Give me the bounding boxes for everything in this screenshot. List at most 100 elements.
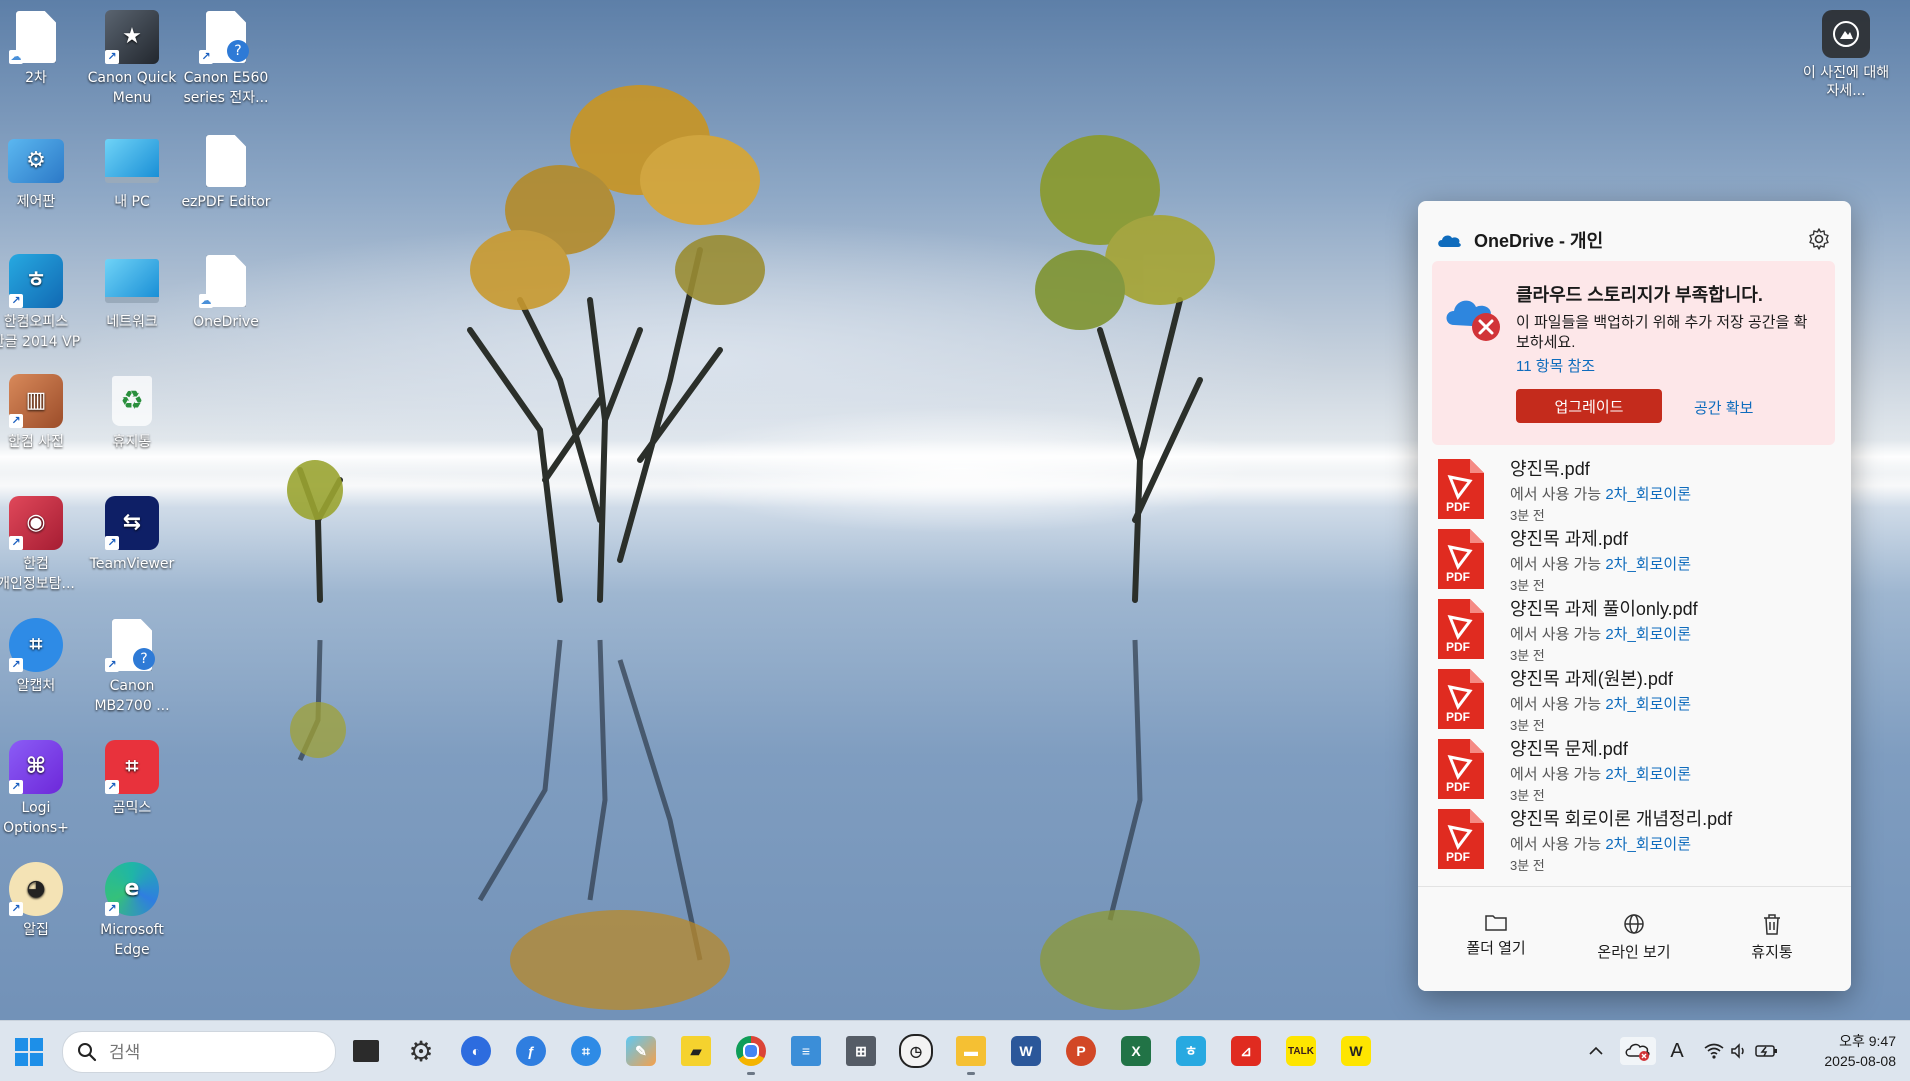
file-folder-link[interactable]: 2차_회로이론 — [1605, 486, 1691, 503]
desktop-icon-logi-options[interactable]: ⌘ ↗ Logi Options+ — [0, 738, 82, 838]
cloud-error-icon — [1446, 300, 1500, 341]
hancom-hangul-icon: ㅎ ↗ — [7, 252, 65, 310]
help-document-icon: ? ↗ — [197, 8, 255, 66]
recycle-bin-button[interactable]: 휴지통 — [1712, 913, 1832, 962]
pdf-file-icon: PDF — [1438, 809, 1484, 869]
kakaotalk-icon[interactable]: TALK — [1283, 1033, 1319, 1069]
show-hidden-icons-icon[interactable] — [1584, 1037, 1608, 1065]
search-input[interactable] — [107, 1041, 321, 1065]
desktop-icon-canon-mb2700[interactable]: ? ↗ Canon MB2700 ... — [86, 616, 178, 716]
battery-charging-icon[interactable] — [1754, 1037, 1780, 1065]
learn-about-picture[interactable]: 이 사진에 대해 자세... — [1796, 10, 1896, 100]
file-folder-link[interactable]: 2차_회로이론 — [1605, 626, 1691, 643]
alsee-icon[interactable]: ◐ — [458, 1033, 494, 1069]
view-online-label: 온라인 보기 — [1597, 944, 1671, 961]
onedrive-tray-icon[interactable] — [1620, 1037, 1656, 1065]
file-availability: 에서 사용 가능 — [1510, 556, 1602, 573]
svg-text:PDF: PDF — [1446, 780, 1470, 794]
see-items-link[interactable]: 11 항목 참조 — [1516, 355, 1595, 376]
onedrive-header: OneDrive - 개인 — [1436, 227, 1603, 253]
desktop-icon-control-panel[interactable]: ⚙ 제어판 — [0, 132, 82, 212]
file-explorer-icon[interactable]: ▬ — [953, 1033, 989, 1075]
calculator-icon[interactable]: ⊞ — [843, 1033, 879, 1069]
alert-title: 클라우드 스토리지가 부족합니다. — [1516, 285, 1763, 305]
desktop-icon-gommix[interactable]: ⌗ ↗ 곰믹스 — [86, 738, 178, 818]
taskbar-clock[interactable]: 오후 9:47 2025-08-08 — [1824, 1031, 1896, 1071]
desktop-icon-my-pc[interactable]: 내 PC — [86, 132, 178, 212]
file-availability: 에서 사용 가능 — [1510, 766, 1602, 783]
desktop-icon-alcapture[interactable]: ⌗ ↗ 알캡처 — [0, 616, 82, 696]
document-icon: ☁ — [197, 252, 255, 310]
desktop-icon-canon-quick-menu[interactable]: ★ ↗ Canon Quick Menu — [86, 8, 178, 108]
kakao-other-icon[interactable]: W — [1338, 1033, 1374, 1069]
chrome-icon[interactable] — [733, 1033, 769, 1075]
ime-indicator[interactable]: A — [1664, 1037, 1690, 1065]
desktop-icon-recycle-bin[interactable]: ♻ 휴지통 — [86, 372, 178, 452]
alcapture-icon: ⌗ ↗ — [7, 616, 65, 674]
onedrive-flyout: OneDrive - 개인 클라우드 스토리지가 부족합니다. 이 파일들을 백… — [1418, 201, 1851, 991]
finder-icon[interactable]: ƒ — [513, 1033, 549, 1069]
sticky-notes-icon[interactable]: ▰ — [678, 1033, 714, 1069]
onedrive-cloud-icon — [1438, 235, 1461, 247]
svg-text:PDF: PDF — [1446, 640, 1470, 654]
clock-time: 오후 9:47 — [1839, 1033, 1896, 1049]
pdf-file-icon: PDF — [1438, 529, 1484, 589]
notepad-icon[interactable]: ≡ — [788, 1033, 824, 1069]
settings-icon[interactable]: ⚙ — [403, 1033, 439, 1069]
file-folder-link[interactable]: 2차_회로이론 — [1605, 556, 1691, 573]
file-name: 양진목 문제.pdf — [1510, 739, 1628, 759]
file-name: 양진목 과제 풀이only.pdf — [1510, 599, 1698, 619]
powerpoint-icon[interactable]: P — [1063, 1033, 1099, 1069]
paint-icon[interactable]: ✎ — [623, 1033, 659, 1069]
help-document-icon: ? ↗ — [103, 616, 161, 674]
desktop-icon-onedrive[interactable]: ☁ OneDrive — [180, 252, 272, 332]
free-up-space-button[interactable]: 공간 확보 — [1694, 397, 1753, 418]
upgrade-button[interactable]: 업그레이드 — [1516, 389, 1662, 423]
desktop-icon-hancom-privacy[interactable]: ◉ ↗ 한컴 개인정보탐... — [0, 494, 82, 594]
taskbar-search[interactable] — [62, 1031, 336, 1073]
logi-options-icon: ⌘ ↗ — [7, 738, 65, 796]
excel-icon[interactable]: X — [1118, 1033, 1154, 1069]
desktop-icon-hancom-dictionary[interactable]: ▥ ↗ 한컴 사전 — [0, 372, 82, 452]
file-name: 양진목 과제.pdf — [1510, 529, 1628, 549]
network-icon — [103, 252, 161, 310]
file-availability: 에서 사용 가능 — [1510, 486, 1602, 503]
hancom-icon[interactable]: ㅎ — [1173, 1033, 1209, 1069]
settings-gear-icon[interactable] — [1805, 225, 1833, 253]
desktop-icon-network[interactable]: 네트워크 — [86, 252, 178, 332]
word-icon[interactable]: W — [1008, 1033, 1044, 1069]
document-icon — [197, 132, 255, 190]
gommix-icon: ⌗ ↗ — [103, 738, 161, 796]
svg-text:PDF: PDF — [1446, 850, 1470, 864]
desktop-icon-ezpdf-editor[interactable]: ezPDF Editor — [180, 132, 272, 212]
desktop-icon-hancom-hangul[interactable]: ㅎ ↗ 한컴오피스 한글 2014 VP — [0, 252, 82, 352]
file-availability: 에서 사용 가능 — [1510, 836, 1602, 853]
canon-quick-menu-icon: ★ ↗ — [103, 8, 161, 66]
file-folder-link[interactable]: 2차_회로이론 — [1605, 766, 1691, 783]
file-row[interactable]: PDF 양진목 회로이론 개념정리.pdf 에서 사용 가능 2차_회로이론 3… — [1418, 801, 1851, 885]
pdf-reader-icon[interactable]: ⊿ — [1228, 1033, 1264, 1069]
task-view-icon[interactable] — [348, 1033, 384, 1069]
view-online-button[interactable]: 온라인 보기 — [1574, 913, 1694, 962]
svg-text:PDF: PDF — [1446, 710, 1470, 724]
edge-icon: e ↗ — [103, 860, 161, 918]
windows-start-icon[interactable] — [14, 1037, 44, 1067]
desktop-icon-2cha[interactable]: ☁ 2차 — [0, 8, 82, 88]
clock-icon[interactable]: ◷ — [898, 1033, 934, 1069]
recycle-bin-icon: ♻ — [103, 372, 161, 430]
desktop-icon-edge[interactable]: e ↗ Microsoft Edge — [86, 860, 178, 960]
file-folder-link[interactable]: 2차_회로이론 — [1605, 836, 1691, 853]
open-folder-button[interactable]: 폴더 열기 — [1436, 913, 1556, 958]
wifi-icon[interactable] — [1702, 1037, 1726, 1065]
desktop-icon-canon-e560[interactable]: ? ↗ Canon E560 series 전자... — [180, 8, 272, 108]
storage-alert: 클라우드 스토리지가 부족합니다. 이 파일들을 백업하기 위해 추가 저장 공… — [1432, 261, 1835, 445]
file-folder-link[interactable]: 2차_회로이론 — [1605, 696, 1691, 713]
volume-icon[interactable] — [1728, 1037, 1750, 1065]
file-availability: 에서 사용 가능 — [1510, 696, 1602, 713]
file-name: 양진목 과제(원본).pdf — [1510, 669, 1673, 689]
svg-text:PDF: PDF — [1446, 500, 1470, 514]
desktop-icon-alzip[interactable]: ◕ ↗ 알집 — [0, 860, 82, 940]
open-folder-label: 폴더 열기 — [1466, 940, 1526, 957]
capture-icon[interactable]: ⌗ — [568, 1033, 604, 1069]
desktop-icon-teamviewer[interactable]: ⇆ ↗ TeamViewer — [86, 494, 178, 574]
